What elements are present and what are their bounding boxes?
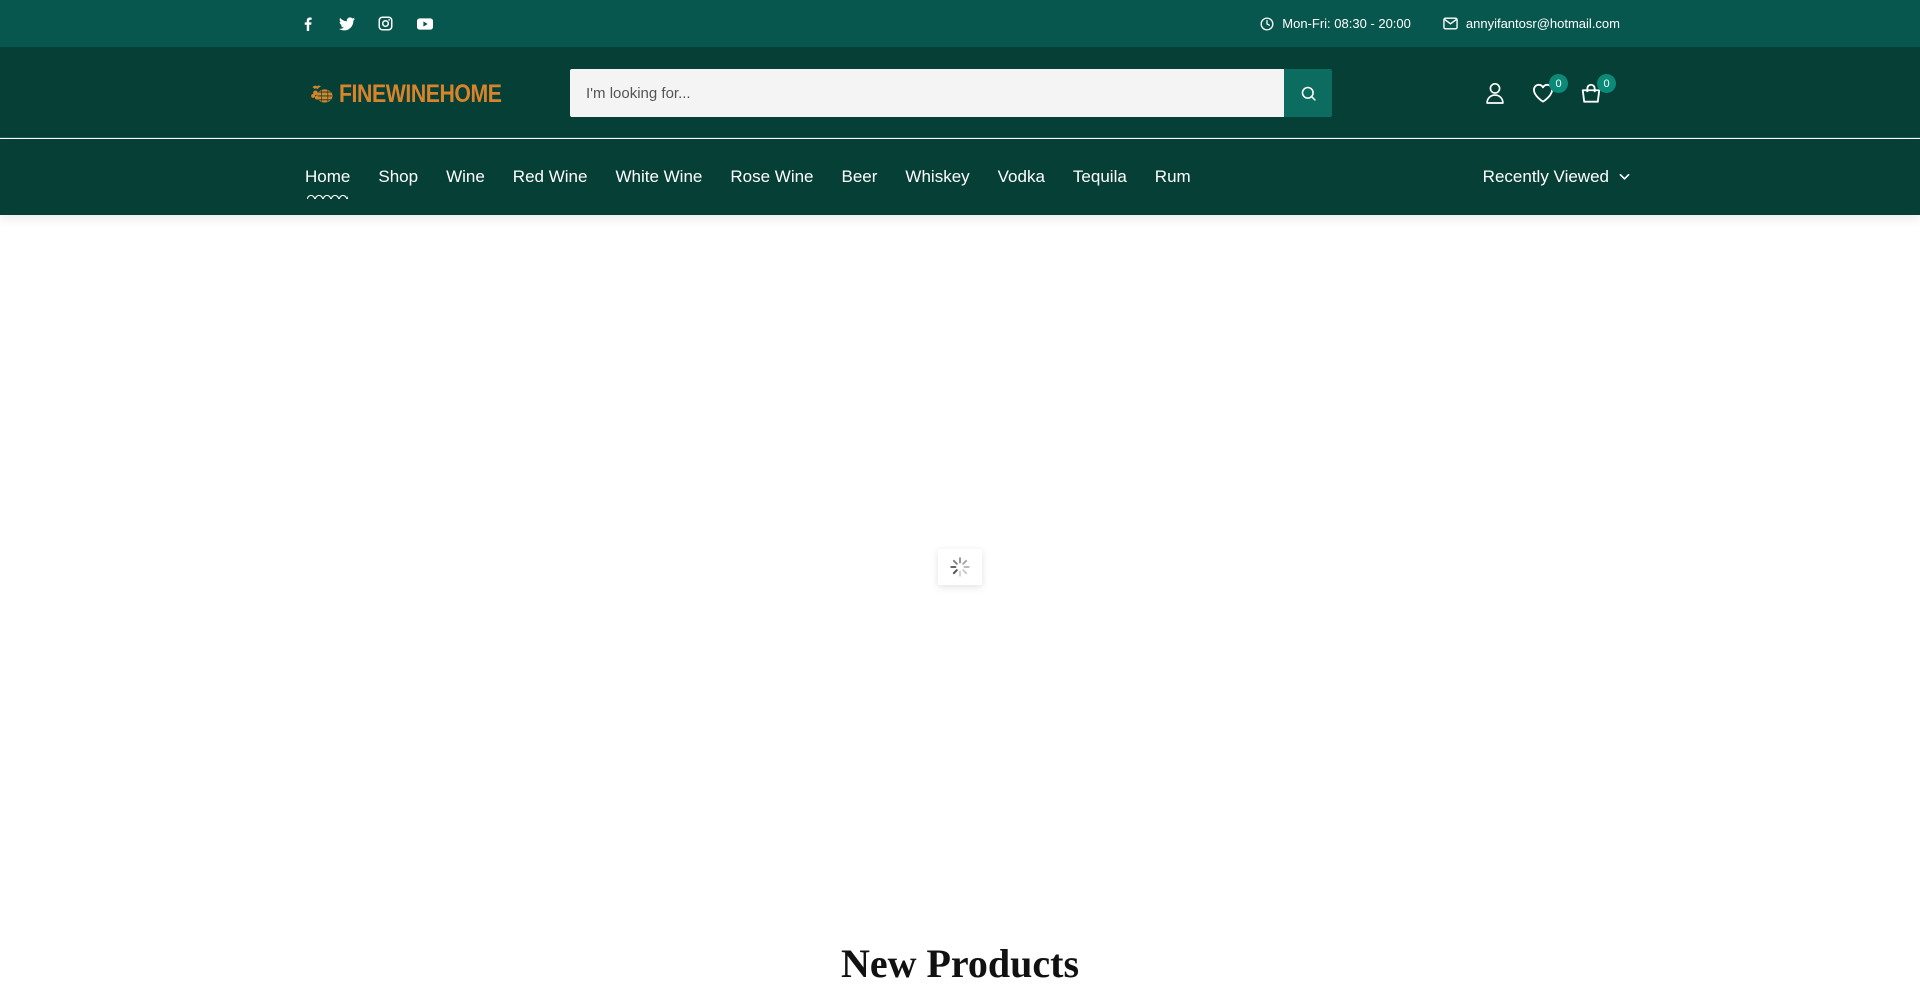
site-logo[interactable]: FINEWINEHOME [310, 69, 530, 119]
nav-item-vodka[interactable]: Vodka [998, 167, 1045, 187]
nav-item-wine[interactable]: Wine [446, 167, 485, 187]
logo-text: FINEWINEHOME [338, 79, 502, 108]
search-button[interactable] [1284, 69, 1332, 117]
top-bar: Mon-Fri: 08:30 - 20:00 annyifantosr@hotm… [0, 0, 1920, 47]
mail-icon [1443, 17, 1458, 30]
youtube-icon[interactable] [415, 14, 434, 33]
nav-item-red-wine[interactable]: Red Wine [513, 167, 588, 187]
main-nav: Home Shop Wine Red Wine White Wine Rose … [0, 139, 1920, 215]
loading-spinner [938, 549, 982, 585]
wishlist-button[interactable]: 0 [1530, 74, 1568, 111]
nav-item-rum[interactable]: Rum [1155, 167, 1191, 187]
clock-icon [1260, 17, 1274, 30]
header-actions: 0 0 [1482, 74, 1616, 111]
barrel-logo-icon [311, 85, 333, 103]
search-form [570, 69, 1332, 117]
nav-item-shop[interactable]: Shop [378, 167, 418, 187]
recently-viewed-label: Recently Viewed [1482, 167, 1609, 186]
nav-item-white-wine[interactable]: White Wine [615, 167, 702, 187]
contact-info: Mon-Fri: 08:30 - 20:00 annyifantosr@hotm… [1260, 0, 1620, 47]
wishlist-count-badge: 0 [1549, 74, 1568, 93]
spinner-icon [950, 557, 970, 577]
contact-email-text: annyifantosr@hotmail.com [1465, 16, 1620, 31]
nav-item-rose-wine[interactable]: Rose Wine [730, 167, 813, 187]
account-button[interactable] [1482, 75, 1508, 111]
section-title-new-products: New Products [840, 941, 1080, 986]
cart-button[interactable]: 0 [1578, 74, 1616, 111]
nav-menu: Home Shop Wine Red Wine White Wine Rose … [305, 139, 1191, 215]
main-header: FINEWINEHOME 0 0 [0, 47, 1920, 138]
nav-item-home[interactable]: Home [305, 167, 350, 199]
instagram-icon[interactable] [376, 14, 395, 33]
search-input[interactable] [570, 69, 1284, 117]
nav-item-beer[interactable]: Beer [842, 167, 878, 187]
contact-email[interactable]: annyifantosr@hotmail.com [1443, 16, 1620, 31]
search-icon [1301, 86, 1316, 101]
chevron-down-icon [1619, 173, 1630, 180]
social-links [298, 14, 434, 33]
user-icon [1486, 83, 1504, 104]
nav-item-whiskey[interactable]: Whiskey [905, 167, 969, 187]
cart-count-badge: 0 [1597, 74, 1616, 93]
recently-viewed-dropdown[interactable]: Recently Viewed [1483, 139, 1630, 215]
page: Mon-Fri: 08:30 - 20:00 annyifantosr@hotm… [0, 0, 1920, 993]
nav-item-tequila[interactable]: Tequila [1073, 167, 1127, 187]
opening-hours-text: Mon-Fri: 08:30 - 20:00 [1282, 16, 1411, 31]
twitter-icon[interactable] [337, 14, 356, 33]
facebook-icon[interactable] [298, 14, 317, 33]
opening-hours: Mon-Fri: 08:30 - 20:00 [1260, 16, 1411, 31]
